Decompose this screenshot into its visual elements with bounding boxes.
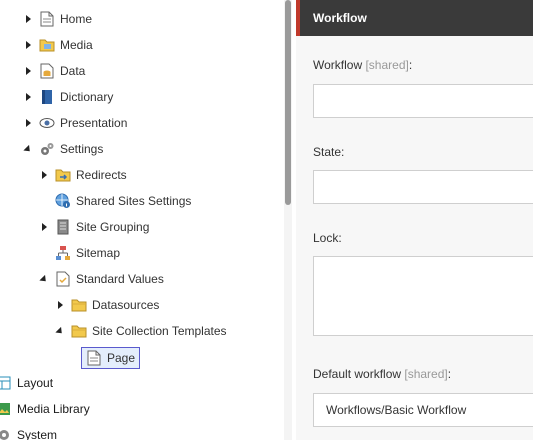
tree-item-label: Home	[60, 12, 93, 26]
folder-icon	[71, 297, 87, 313]
eye-icon	[39, 115, 55, 131]
tree-item-data[interactable]: Data	[22, 61, 85, 81]
tree-item-system[interactable]: System	[0, 425, 57, 440]
field-label-default-workflow: Default workflow [shared]:	[313, 367, 451, 381]
tree-item-standard-values[interactable]: Standard Values	[38, 269, 164, 289]
field-label-suffix: :	[447, 367, 452, 381]
tree-item-label: Media Library	[17, 402, 90, 416]
tree-item-label: Layout	[17, 376, 54, 390]
tree-item-layout[interactable]: Layout	[0, 373, 53, 393]
selected-highlight: Page	[81, 347, 141, 369]
field-label-suffix: :	[408, 58, 413, 72]
tree-item-label: Presentation	[60, 116, 128, 130]
section-header-workflow[interactable]: Workflow	[296, 0, 533, 36]
expand-arrow-icon[interactable]	[22, 35, 34, 55]
tree-item-label: Datasources	[92, 298, 160, 312]
tree-item-label: Redirects	[76, 168, 127, 182]
layout-icon	[0, 375, 12, 391]
state-field[interactable]	[313, 170, 533, 204]
tree-item-redirects[interactable]: Redirects	[38, 165, 127, 185]
tree-item-label: Page	[107, 351, 136, 365]
tree-item-label: Data	[60, 64, 86, 78]
collapse-arrow-icon[interactable]	[38, 269, 50, 289]
tree-item-settings[interactable]: Settings	[22, 139, 103, 159]
field-label-text: Default workflow	[313, 367, 402, 381]
folder-icon	[71, 323, 87, 339]
expand-arrow-icon[interactable]	[22, 87, 34, 107]
field-label-workflow: Workflow [shared]:	[313, 58, 412, 72]
field-label-text: State:	[313, 145, 345, 159]
expand-arrow-icon[interactable]	[54, 295, 66, 315]
shared-marker: [shared]	[404, 367, 448, 381]
data-icon	[39, 63, 55, 79]
scrollbar-thumb[interactable]	[285, 0, 291, 205]
content-editor: Workflow Workflow [shared]: State: Lock:…	[296, 0, 533, 440]
tree-item-label: Settings	[60, 142, 104, 156]
tree-item-shared-sites-settings[interactable]: Shared Sites Settings	[38, 191, 191, 211]
field-label-lock: Lock:	[313, 231, 342, 245]
tree-item-presentation[interactable]: Presentation	[22, 113, 127, 133]
tree-item-sitemap[interactable]: Sitemap	[38, 243, 120, 263]
sitemap-icon	[55, 245, 71, 261]
workflow-field[interactable]	[313, 84, 533, 118]
tree-item-datasources[interactable]: Datasources	[54, 295, 159, 315]
default-workflow-field[interactable]: Workflows/Basic Workflow	[313, 393, 533, 427]
collapse-arrow-icon[interactable]	[54, 321, 66, 341]
shared-marker: [shared]	[365, 58, 409, 72]
field-value: Workflows/Basic Workflow	[326, 403, 467, 417]
page-document-icon	[86, 350, 102, 366]
expand-arrow-icon[interactable]	[38, 165, 50, 185]
tree-item-media-library[interactable]: Media Library	[0, 399, 90, 419]
server-stack-icon	[55, 219, 71, 235]
tree-item-label: Media	[60, 38, 93, 52]
tree-item-dictionary[interactable]: Dictionary	[22, 87, 113, 107]
tree-item-home[interactable]: Home	[22, 9, 92, 29]
media-library-icon	[0, 401, 12, 417]
tree-item-site-grouping[interactable]: Site Grouping	[38, 217, 149, 237]
expand-arrow-icon[interactable]	[22, 9, 34, 29]
expand-arrow-icon[interactable]	[38, 217, 50, 237]
tree-item-label: Site Grouping	[76, 220, 150, 234]
field-label-state: State:	[313, 145, 344, 159]
tree-item-label: Site Collection Templates	[92, 324, 227, 338]
media-folder-icon	[39, 37, 55, 53]
content-tree: Home Media Data Dictionary Presentation	[0, 0, 284, 440]
section-title: Workflow	[313, 11, 367, 25]
tree-item-label: Shared Sites Settings	[76, 194, 192, 208]
field-label-text: Workflow	[313, 58, 363, 72]
expand-arrow-icon[interactable]	[22, 113, 34, 133]
gears-icon	[39, 141, 55, 157]
tree-scrollbar[interactable]	[284, 0, 292, 440]
expand-arrow-icon[interactable]	[22, 61, 34, 81]
redirect-folder-icon	[55, 167, 71, 183]
tree-item-label: System	[17, 428, 58, 440]
field-label-text: Lock:	[313, 231, 342, 245]
tree-item-label: Dictionary	[60, 90, 114, 104]
home-page-icon	[39, 11, 55, 27]
system-icon	[0, 427, 12, 440]
tree-item-media[interactable]: Media	[22, 35, 93, 55]
tree-item-site-collection-templates[interactable]: Site Collection Templates	[54, 321, 227, 341]
tree-item-label: Sitemap	[76, 246, 121, 260]
tree-item-page[interactable]: Page	[81, 345, 141, 371]
lock-field[interactable]	[313, 256, 533, 336]
dictionary-book-icon	[39, 89, 55, 105]
collapse-arrow-icon[interactable]	[22, 139, 34, 159]
standard-values-icon	[55, 271, 71, 287]
globe-info-icon	[55, 193, 71, 209]
tree-item-label: Standard Values	[76, 272, 164, 286]
